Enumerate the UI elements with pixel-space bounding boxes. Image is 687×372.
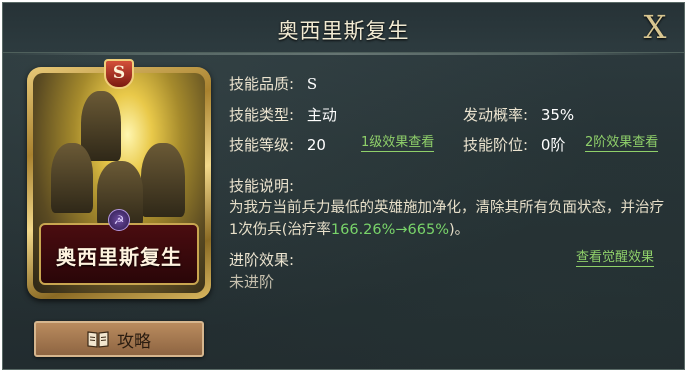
- tier-row: 技能阶位: 0阶: [463, 134, 565, 155]
- advancement-value: 未进阶: [229, 273, 275, 291]
- skill-card-art: ☭ 奥西里斯复生: [33, 73, 205, 293]
- skill-detail-dialog: 奥西里斯复生 X S ☭ 奥西里斯复生 攻略 技能品质: S 技能类型: 主动 …: [2, 2, 685, 370]
- strategy-button-label: 攻略: [117, 331, 151, 352]
- quality-value: S: [306, 75, 318, 93]
- chance-row: 发动概率: 35%: [463, 104, 574, 125]
- heal-rate-highlight: 166.26%→665%: [330, 222, 450, 238]
- level-label: 技能等级:: [229, 136, 295, 154]
- level-value: 20: [306, 136, 326, 154]
- art-figure: [51, 143, 93, 213]
- hammer-sickle-icon: ☭: [108, 209, 130, 231]
- quality-label: 技能品质:: [229, 75, 295, 93]
- type-value: 主动: [306, 106, 337, 124]
- book-icon: [87, 331, 109, 348]
- type-row: 技能类型: 主动: [229, 104, 337, 125]
- skill-info: 技能品质: S 技能类型: 主动 发动概率: 35% 技能等级: 20 1级效果…: [229, 3, 684, 369]
- skill-card: S ☭ 奥西里斯复生: [27, 59, 211, 299]
- art-figure: [141, 143, 185, 217]
- chance-value: 35%: [540, 106, 575, 124]
- strategy-button[interactable]: 攻略: [34, 321, 204, 357]
- tier-label: 技能阶位:: [463, 136, 529, 154]
- tier2-effect-link[interactable]: 2阶效果查看: [585, 135, 659, 152]
- chance-label: 发动概率:: [463, 106, 529, 124]
- tier-value: 0阶: [540, 136, 566, 154]
- description-label: 技能说明:: [229, 177, 295, 195]
- advancement-label: 进阶效果:: [229, 251, 295, 269]
- description-text-part2: )。: [449, 222, 470, 238]
- skill-description: 为我方当前兵力最低的英雄施加净化，清除其所有负面状态，并治疗1次伤兵(治疗率16…: [229, 197, 669, 241]
- grade-badge: S: [104, 59, 134, 89]
- level-row: 技能等级: 20: [229, 134, 326, 155]
- card-name-banner: ☭ 奥西里斯复生: [39, 209, 199, 285]
- level1-effect-link[interactable]: 1级效果查看: [361, 135, 435, 152]
- card-name: 奥西里斯复生: [56, 245, 182, 269]
- type-label: 技能类型:: [229, 106, 295, 124]
- quality-row: 技能品质: S: [229, 73, 317, 94]
- awakening-effect-link[interactable]: 查看觉醒效果: [576, 250, 655, 267]
